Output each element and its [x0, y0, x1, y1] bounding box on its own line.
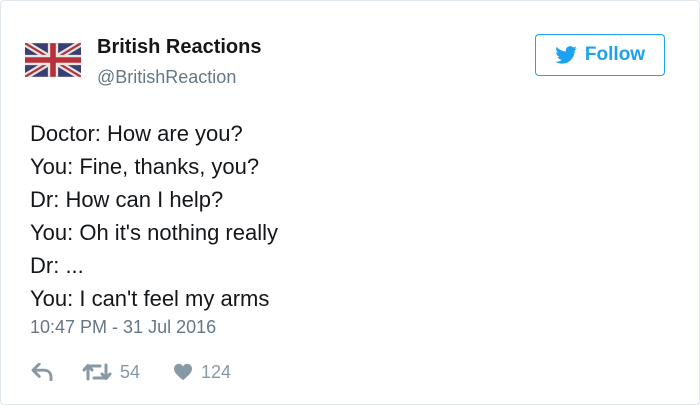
avatar-flag-graphic: [23, 40, 83, 80]
follow-button[interactable]: Follow: [535, 34, 665, 76]
tweet-card: British Reactions @BritishReaction Follo…: [0, 0, 700, 405]
tweet-line: You: I can't feel my arms: [30, 286, 270, 311]
tweet-line: Dr: ...: [30, 253, 84, 278]
tweet-line: Dr: How can I help?: [30, 187, 224, 212]
reply-icon: [31, 363, 53, 381]
retweet-count: 54: [120, 361, 141, 382]
follow-button-label: Follow: [584, 44, 646, 65]
tweet-actions: 54 124: [1, 358, 699, 386]
twitter-bird-icon: [555, 46, 577, 64]
retweet-button[interactable]: 54: [82, 358, 140, 386]
tweet-line: Doctor: How are you?: [30, 121, 243, 146]
union-jack-flag-icon[interactable]: [23, 40, 83, 80]
tweet-timestamp[interactable]: 10:47 PM - 31 Jul 2016: [30, 317, 216, 338]
tweet-text: Doctor: How are you? You: Fine, thanks, …: [30, 117, 278, 315]
author-display-name[interactable]: British Reactions: [97, 36, 261, 59]
like-count: 124: [201, 361, 232, 382]
retweet-icon: [82, 363, 112, 381]
heart-icon: [174, 363, 192, 381]
tweet-line: You: Oh it's nothing really: [30, 220, 278, 245]
tweet-line: You: Fine, thanks, you?: [30, 154, 260, 179]
author-handle[interactable]: @BritishReaction: [97, 67, 236, 88]
like-button[interactable]: 124: [173, 358, 231, 386]
reply-button[interactable]: [31, 358, 53, 386]
